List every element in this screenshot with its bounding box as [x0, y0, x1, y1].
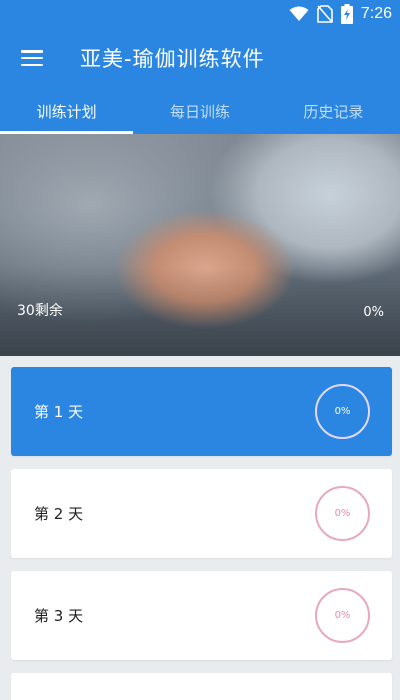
- day-progress-ring: 0%: [315, 486, 370, 541]
- day-progress-ring: 0%: [315, 384, 370, 439]
- hero-shade: [0, 134, 400, 356]
- tab-bar: 训练计划 每日训练 历史记录: [0, 88, 400, 134]
- overall-progress-text: 0%: [363, 305, 384, 320]
- day-label: 第 1 天: [34, 403, 84, 421]
- battery-charging-icon: [340, 4, 353, 24]
- day-list: 第 1 天 0% 第 2 天 0% 第 3 天 0%: [11, 367, 392, 700]
- day-card-3[interactable]: 第 3 天 0%: [11, 571, 392, 660]
- status-bar: 7:26: [0, 0, 400, 28]
- menu-icon: [21, 50, 43, 66]
- tab-training-plan[interactable]: 训练计划: [0, 88, 134, 134]
- tab-history[interactable]: 历史记录: [267, 88, 400, 134]
- day-card-2[interactable]: 第 2 天 0%: [11, 469, 392, 558]
- app-title: 亚美-瑜伽训练软件: [80, 47, 265, 71]
- day-card-1[interactable]: 第 1 天 0%: [11, 367, 392, 456]
- toolbar: 亚美-瑜伽训练软件: [0, 28, 400, 88]
- day-label: 第 3 天: [34, 607, 84, 625]
- app-bar: 7:26 亚美-瑜伽训练软件 训练计划 每日训练 历史记录: [0, 0, 400, 134]
- menu-button[interactable]: [0, 28, 64, 88]
- tab-daily-training[interactable]: 每日训练: [133, 88, 266, 134]
- remaining-days-text: 30剩余: [17, 303, 63, 319]
- day-label: 第 2 天: [34, 505, 84, 523]
- no-sim-icon: [317, 5, 333, 23]
- hero-image: 30剩余 0%: [0, 134, 400, 356]
- status-icons: 7:26: [289, 3, 392, 25]
- status-time: 7:26: [360, 5, 392, 22]
- wifi-icon: [289, 6, 309, 21]
- day-card-4-partial[interactable]: [11, 673, 392, 700]
- day-progress-ring: 0%: [315, 588, 370, 643]
